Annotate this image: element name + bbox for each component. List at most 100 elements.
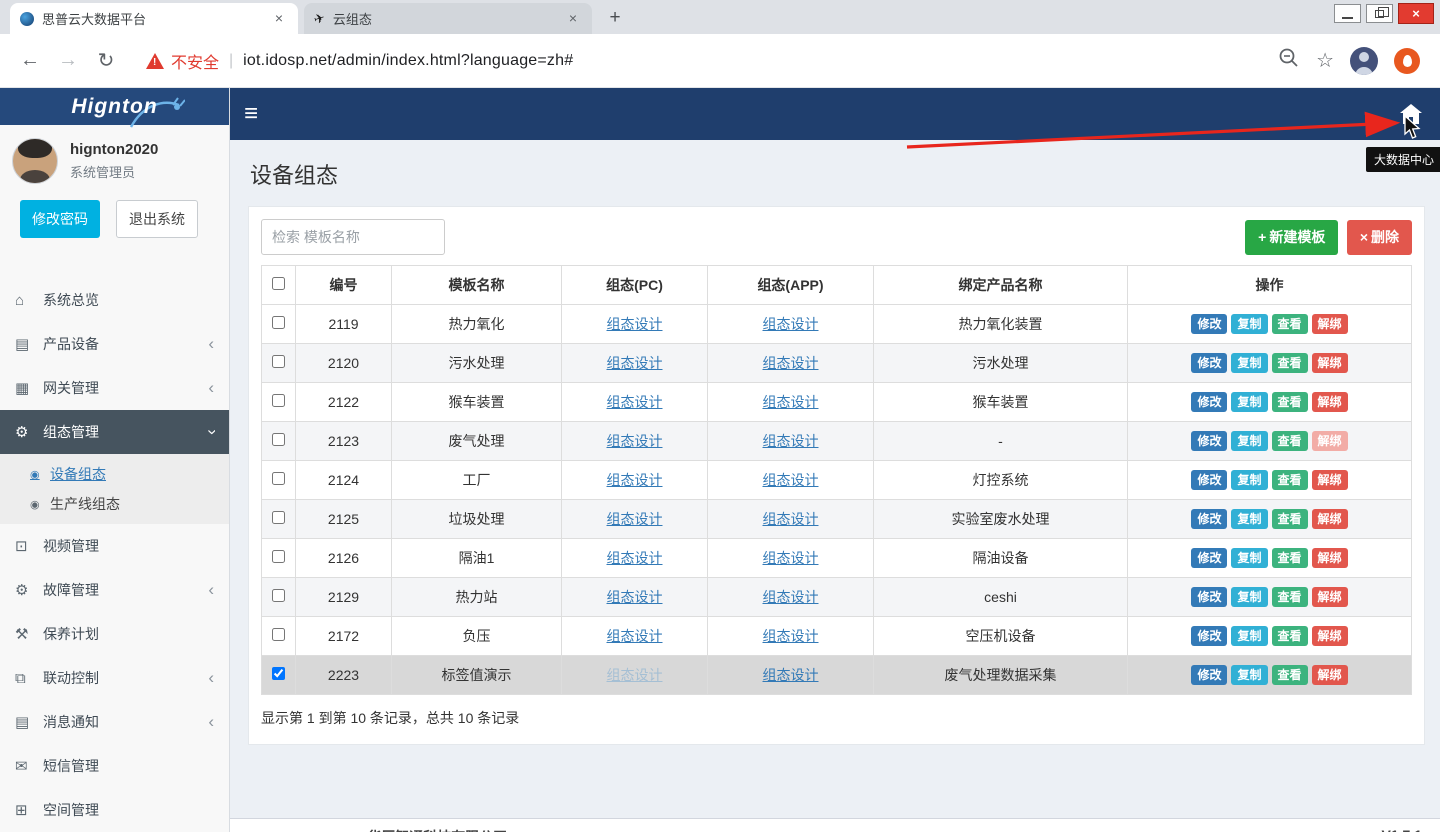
unbind-button[interactable]: 解绑 <box>1312 548 1348 568</box>
app-design-link[interactable]: 组态设计 <box>763 472 819 488</box>
sidebar-item-product-devices[interactable]: ▤ 产品设备 ‹ <box>0 322 229 366</box>
copy-button[interactable]: 复制 <box>1231 587 1267 607</box>
row-checkbox[interactable] <box>272 550 285 563</box>
copy-button[interactable]: 复制 <box>1231 548 1267 568</box>
sidebar-item-configuration[interactable]: ⚙ 组态管理 ‹ <box>0 410 229 454</box>
window-restore-button[interactable] <box>1366 4 1393 23</box>
view-button[interactable]: 查看 <box>1272 587 1308 607</box>
reload-icon[interactable]: ↻ <box>88 43 124 79</box>
search-input[interactable] <box>261 219 445 255</box>
view-button[interactable]: 查看 <box>1272 626 1308 646</box>
delete-button[interactable]: ×删除 <box>1347 220 1412 255</box>
sidebar-item-notifications[interactable]: ▤ 消息通知 ‹ <box>0 700 229 744</box>
app-design-link[interactable]: 组态设计 <box>763 550 819 566</box>
pc-design-link[interactable]: 组态设计 <box>607 394 663 410</box>
view-button[interactable]: 查看 <box>1272 353 1308 373</box>
bookmark-star-icon[interactable]: ☆ <box>1316 48 1334 73</box>
unbind-button[interactable]: 解绑 <box>1312 392 1348 412</box>
row-checkbox[interactable] <box>272 589 285 602</box>
sidebar-item-maintenance[interactable]: ⚒ 保养计划 <box>0 612 229 656</box>
pc-design-link[interactable]: 组态设计 <box>607 628 663 644</box>
sidebar-item-system-overview[interactable]: ⌂ 系统总览 <box>0 278 229 322</box>
new-tab-button[interactable]: + <box>602 5 628 31</box>
sidebar-item-device-config[interactable]: ◉ 设备组态 <box>0 459 229 489</box>
edit-button[interactable]: 修改 <box>1191 392 1227 412</box>
sidebar-item-linkage-control[interactable]: ⧉ 联动控制 ‹ <box>0 656 229 700</box>
app-design-link[interactable]: 组态设计 <box>763 316 819 332</box>
browser-tab-inactive[interactable]: ✈ 云组态 × <box>304 3 592 34</box>
app-design-link[interactable]: 组态设计 <box>763 394 819 410</box>
pc-design-link[interactable]: 组态设计 <box>607 511 663 527</box>
unbind-button[interactable]: 解绑 <box>1312 587 1348 607</box>
sidebar-item-production-line-config[interactable]: ◉ 生产线组态 <box>0 489 229 519</box>
change-password-button[interactable]: 修改密码 <box>20 200 100 238</box>
row-checkbox[interactable] <box>272 628 285 641</box>
copy-button[interactable]: 复制 <box>1231 626 1267 646</box>
pc-design-link-disabled[interactable]: 组态设计 <box>607 667 663 683</box>
edit-button[interactable]: 修改 <box>1191 509 1227 529</box>
pc-design-link[interactable]: 组态设计 <box>607 355 663 371</box>
select-all-checkbox[interactable] <box>272 277 285 290</box>
edit-button[interactable]: 修改 <box>1191 314 1227 334</box>
edit-button[interactable]: 修改 <box>1191 587 1227 607</box>
extension-icon[interactable] <box>1394 48 1420 74</box>
copy-button[interactable]: 复制 <box>1231 665 1267 685</box>
view-button[interactable]: 查看 <box>1272 665 1308 685</box>
app-design-link[interactable]: 组态设计 <box>763 433 819 449</box>
app-design-link[interactable]: 组态设计 <box>763 589 819 605</box>
edit-button[interactable]: 修改 <box>1191 626 1227 646</box>
copy-button[interactable]: 复制 <box>1231 509 1267 529</box>
window-close-button[interactable]: × <box>1398 3 1434 24</box>
row-checkbox[interactable] <box>272 433 285 446</box>
row-checkbox[interactable] <box>272 394 285 407</box>
view-button[interactable]: 查看 <box>1272 509 1308 529</box>
row-checkbox-checked[interactable] <box>272 667 285 680</box>
unbind-button[interactable]: 解绑 <box>1312 353 1348 373</box>
browser-profile-icon[interactable] <box>1350 47 1378 75</box>
pc-design-link[interactable]: 组态设计 <box>607 472 663 488</box>
pc-design-link[interactable]: 组态设计 <box>607 316 663 332</box>
sidebar-item-video[interactable]: ⊡ 视频管理 <box>0 524 229 568</box>
view-button[interactable]: 查看 <box>1272 431 1308 451</box>
row-checkbox[interactable] <box>272 355 285 368</box>
window-minimize-button[interactable] <box>1334 4 1361 23</box>
back-icon[interactable]: ← <box>12 43 48 79</box>
edit-button[interactable]: 修改 <box>1191 431 1227 451</box>
edit-button[interactable]: 修改 <box>1191 665 1227 685</box>
row-checkbox[interactable] <box>272 511 285 524</box>
row-checkbox[interactable] <box>272 472 285 485</box>
edit-button[interactable]: 修改 <box>1191 353 1227 373</box>
sidebar-item-space[interactable]: ⊞ 空间管理 <box>0 788 229 832</box>
app-design-link[interactable]: 组态设计 <box>763 667 819 683</box>
browser-tab-active[interactable]: 思普云大数据平台 × <box>10 3 298 34</box>
logout-button[interactable]: 退出系统 <box>116 200 198 238</box>
unbind-button-disabled[interactable]: 解绑 <box>1312 431 1348 451</box>
pc-design-link[interactable]: 组态设计 <box>607 589 663 605</box>
sidebar-item-fault[interactable]: ⚙ 故障管理 ‹ <box>0 568 229 612</box>
app-design-link[interactable]: 组态设计 <box>763 355 819 371</box>
copy-button[interactable]: 复制 <box>1231 314 1267 334</box>
zoom-icon[interactable] <box>1278 47 1300 74</box>
home-button[interactable] <box>1390 88 1432 140</box>
unbind-button[interactable]: 解绑 <box>1312 665 1348 685</box>
tab-close-icon[interactable]: × <box>270 10 288 28</box>
copy-button[interactable]: 复制 <box>1231 392 1267 412</box>
edit-button[interactable]: 修改 <box>1191 470 1227 490</box>
copy-button[interactable]: 复制 <box>1231 353 1267 373</box>
view-button[interactable]: 查看 <box>1272 314 1308 334</box>
view-button[interactable]: 查看 <box>1272 392 1308 412</box>
pc-design-link[interactable]: 组态设计 <box>607 433 663 449</box>
view-button[interactable]: 查看 <box>1272 470 1308 490</box>
tab-close-icon[interactable]: × <box>564 10 582 28</box>
unbind-button[interactable]: 解绑 <box>1312 509 1348 529</box>
sidebar-item-gateway[interactable]: ▦ 网关管理 ‹ <box>0 366 229 410</box>
url-text[interactable]: iot.idosp.net/admin/index.html?language=… <box>243 52 573 70</box>
row-checkbox[interactable] <box>272 316 285 329</box>
copy-button[interactable]: 复制 <box>1231 431 1267 451</box>
edit-button[interactable]: 修改 <box>1191 548 1227 568</box>
unbind-button[interactable]: 解绑 <box>1312 626 1348 646</box>
unbind-button[interactable]: 解绑 <box>1312 470 1348 490</box>
hamburger-icon[interactable]: ≡ <box>244 102 258 126</box>
new-template-button[interactable]: +新建模板 <box>1245 220 1338 255</box>
sidebar-item-sms[interactable]: ✉ 短信管理 <box>0 744 229 788</box>
